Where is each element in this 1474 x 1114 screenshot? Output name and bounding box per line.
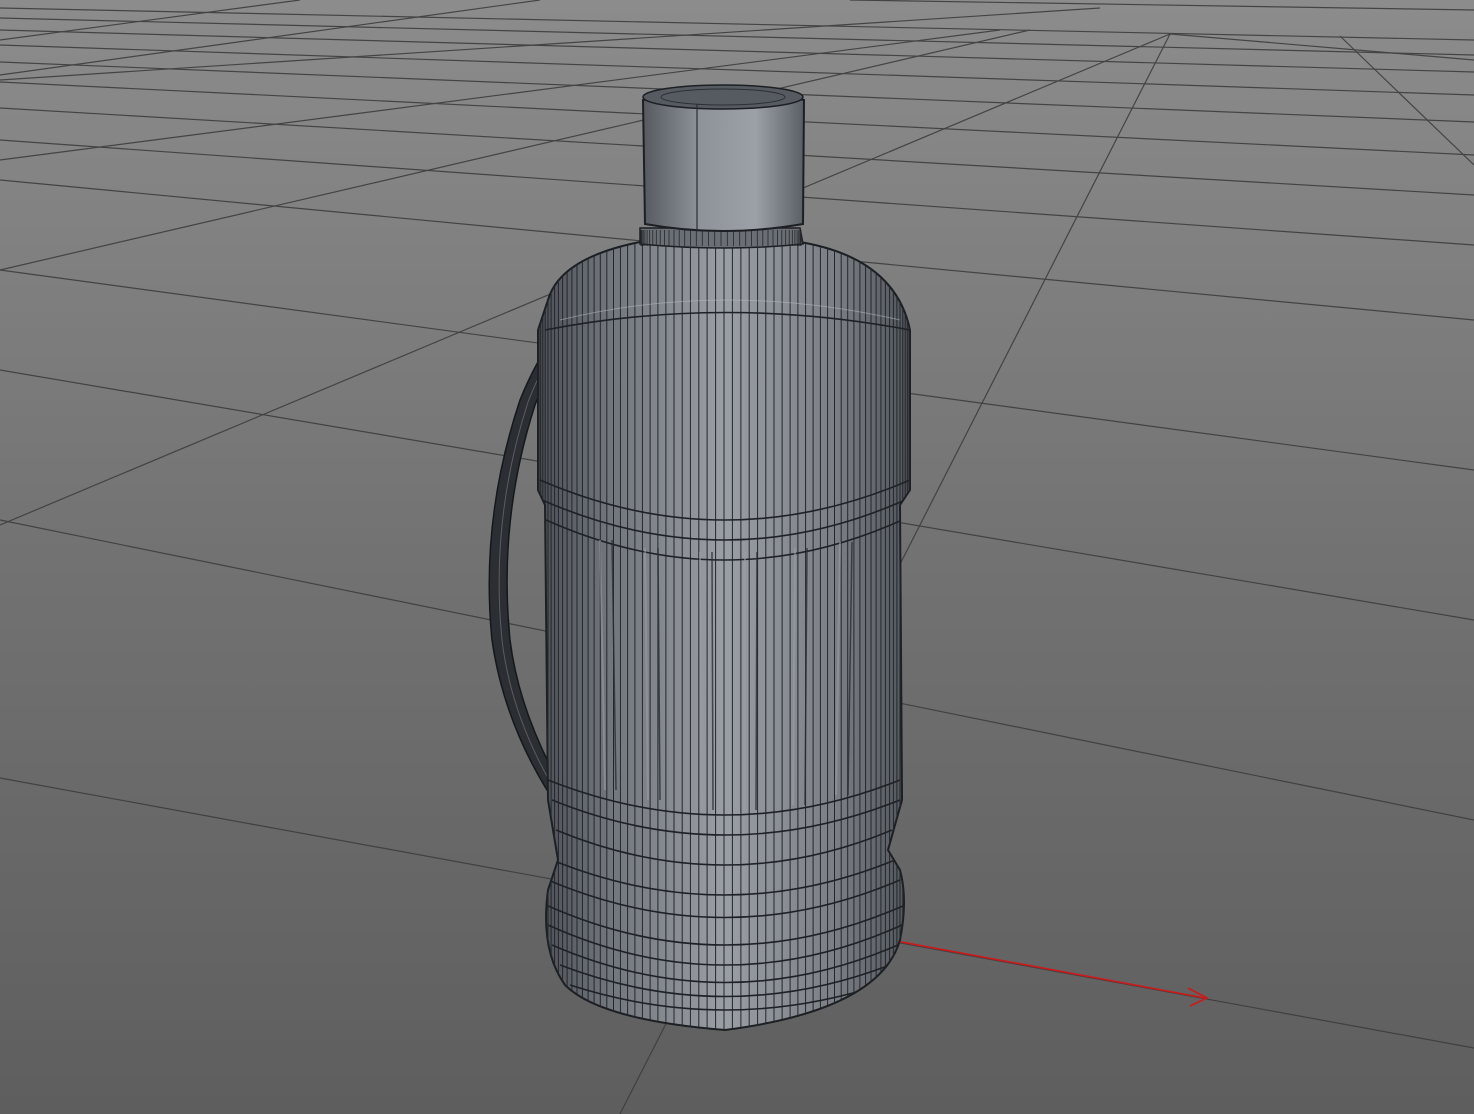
3d-viewport[interactable] bbox=[0, 0, 1474, 1114]
viewport-canvas[interactable] bbox=[0, 0, 1474, 1114]
bottle-cap[interactable] bbox=[641, 92, 806, 232]
